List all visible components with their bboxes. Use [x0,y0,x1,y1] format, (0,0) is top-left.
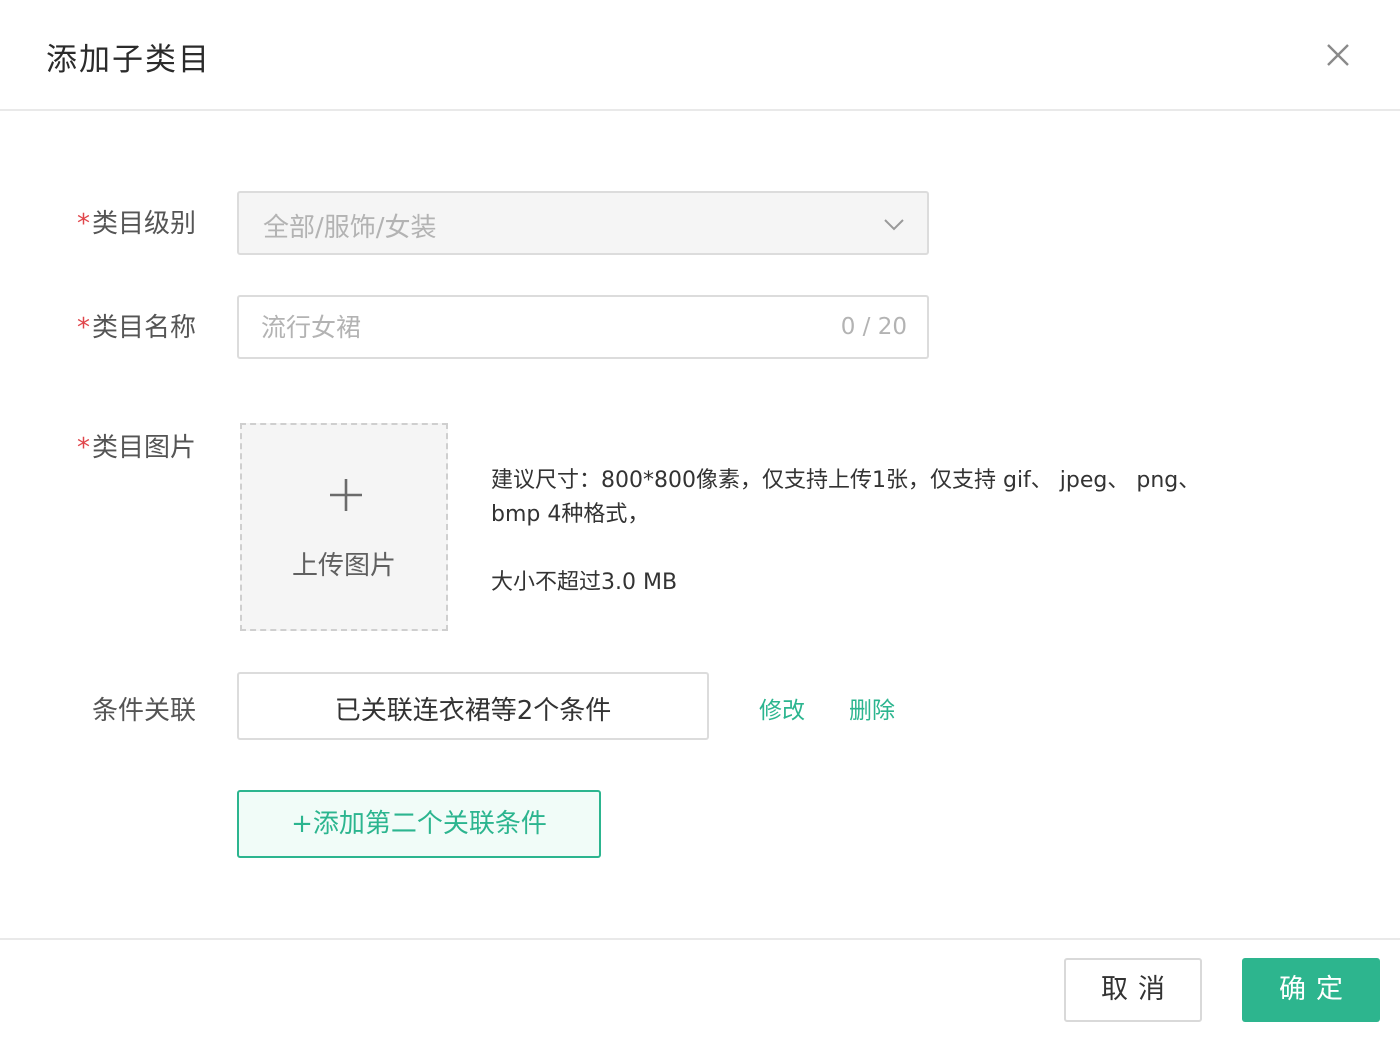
add-condition-button[interactable]: +添加第二个关联条件 [237,790,601,858]
condition-display: 已关联连衣裙等2个条件 [237,672,709,740]
name-label-text: 类目名称 [91,313,196,343]
char-counter: 0 / 20 [840,314,907,340]
level-select[interactable]: 全部/服饰/女装 [237,191,929,255]
image-hint-line1: 建议尺寸：800*800像素，仅支持上传1张，仅支持 gif、 jpeg、 pn… [491,468,1201,493]
image-label: *类目图片 [0,427,196,464]
edit-condition-link[interactable]: 修改 [759,691,805,725]
level-label: *类目级别 [0,203,196,240]
dialog-title: 添加子类目 [46,42,211,78]
level-label-text: 类目级别 [91,209,196,239]
image-hint-line2: bmp 4种格式， [491,502,650,527]
image-upload-button[interactable]: 上传图片 [240,423,448,631]
level-select-value: 全部/服饰/女装 [263,213,437,243]
name-label: *类目名称 [0,307,196,344]
confirm-button[interactable]: 确定 [1242,958,1380,1022]
cancel-button[interactable]: 取消 [1064,958,1202,1022]
required-mark: * [76,313,90,343]
name-input[interactable] [261,307,801,347]
image-hint-line3: 大小不超过3.0 MB [491,570,678,595]
close-icon[interactable] [1322,39,1354,71]
condition-value: 已关联连衣裙等2个条件 [334,696,612,726]
dialog-header: 添加子类目 [0,0,1400,111]
image-label-text: 类目图片 [91,433,196,463]
plus-icon [330,479,362,511]
name-input-wrapper: 0 / 20 [237,295,929,359]
required-mark: * [76,209,90,239]
condition-label: 条件关联 [91,696,196,726]
chevron-down-icon [884,219,904,231]
delete-condition-link[interactable]: 删除 [849,691,895,725]
required-mark: * [76,433,90,463]
upload-label: 上传图片 [291,551,396,581]
footer-divider [0,938,1400,940]
